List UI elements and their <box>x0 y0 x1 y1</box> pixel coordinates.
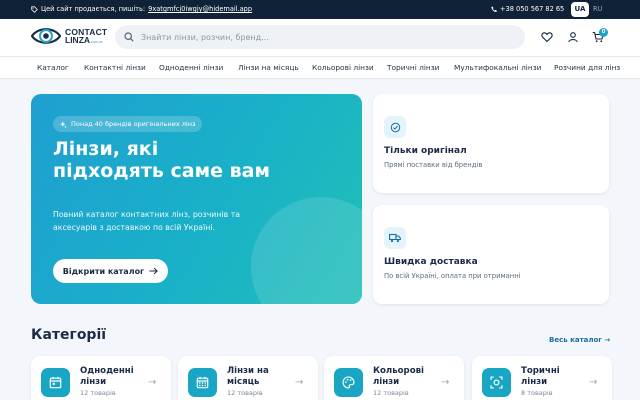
truck-icon <box>384 227 406 249</box>
check-shield-icon <box>384 116 406 138</box>
phone-icon <box>491 6 497 12</box>
category-title: Кольорові лінзи <box>373 366 425 387</box>
category-card-color[interactable]: Кольорові лінзи 12 товарів → <box>324 356 464 400</box>
logo[interactable]: CONTACT LINZA.com.ua <box>31 25 107 47</box>
category-title: Торичні лінзи <box>521 366 560 387</box>
category-card-toric[interactable]: Торичні лінзи 8 товарів → <box>472 356 612 400</box>
hero-banner: Понад 40 брендів оригінальних лінз Лінзи… <box>31 94 362 304</box>
search-input[interactable] <box>141 32 501 42</box>
nav-item-multifocal-lenses[interactable]: Мультифокальні лінзи <box>454 63 541 72</box>
category-card-monthly[interactable]: Лінзи на місяць 12 товарів → <box>178 356 318 400</box>
top-bar: Цей сайт продається, пишіть: 9xatgmfcj0i… <box>0 0 640 19</box>
main-nav: Каталог Контактні лінзи Одноденні лінзи … <box>0 56 640 79</box>
palette-icon <box>334 368 363 397</box>
category-title: Одноденні лінзи <box>80 366 134 387</box>
arrow-right-icon <box>149 267 159 275</box>
feature-subtitle: Прямі поставки від брендів <box>384 161 483 169</box>
arrow-right-icon: → <box>441 377 450 388</box>
category-count: 12 товарів <box>227 389 263 397</box>
category-card-daily[interactable]: Одноденні лінзи 12 товарів → <box>31 356 171 400</box>
all-catalog-link[interactable]: Весь каталог → <box>549 336 610 344</box>
arrow-right-icon: → <box>589 377 598 388</box>
sale-notice: Цей сайт продається, пишіть: 9xatgmfcj0i… <box>31 5 252 13</box>
category-title: Лінзи на місяць <box>227 366 269 387</box>
search-icon <box>124 32 134 42</box>
calendar-day-icon <box>41 368 70 397</box>
nav-item-toric-lenses[interactable]: Торичні лінзи <box>387 63 439 72</box>
open-catalog-label: Відкрити каталог <box>62 266 145 276</box>
feature-card-original: Тільки оригінал Прямі поставки від бренд… <box>373 94 609 193</box>
phone-text: +38 050 567 82 65 <box>500 5 565 13</box>
nav-item-daily-lenses[interactable]: Одноденні лінзи <box>159 63 223 72</box>
nav-item-monthly-lenses[interactable]: Лінзи на місяць <box>238 63 299 72</box>
feature-subtitle: По всій Україні, оплата при отриманні <box>384 272 521 280</box>
nav-item-contact-lenses[interactable]: Контактні лінзи <box>84 63 146 72</box>
hero-badge-text: Понад 40 брендів оригінальних лінз <box>71 120 196 128</box>
hero-badge: Понад 40 брендів оригінальних лінз <box>53 116 203 132</box>
arrow-right-icon: → <box>148 377 157 388</box>
hero-text: Повний каталог контактних лінз, розчинів… <box>53 210 241 232</box>
nav-item-color-lenses[interactable]: Кольорові лінзи <box>312 63 374 72</box>
category-count: 12 товарів <box>80 389 116 397</box>
heart-icon[interactable] <box>541 31 553 43</box>
eye-logo-icon <box>31 28 61 44</box>
hero-decor-circle <box>251 197 362 304</box>
feature-card-delivery: Швидка доставка По всій Україні, оплата … <box>373 205 609 304</box>
category-count: 12 товарів <box>373 389 409 397</box>
sale-text: Цей сайт продається, пишіть: <box>41 5 146 13</box>
category-count: 8 товарів <box>521 389 553 397</box>
nav-item-catalog[interactable]: Каталог <box>37 63 69 72</box>
focus-icon <box>482 368 511 397</box>
sale-email-link[interactable]: 9xatgmfcj0iwgjy@hidemail.app <box>148 5 252 13</box>
tag-icon <box>31 5 38 13</box>
logo-domain: .com.ua <box>90 40 103 44</box>
phone-number[interactable]: +38 050 567 82 65 <box>490 5 564 13</box>
user-icon[interactable] <box>567 31 579 43</box>
lang-ru-button[interactable]: RU <box>593 5 602 13</box>
feature-title: Швидка доставка <box>384 257 478 267</box>
logo-line2: LINZA <box>65 35 91 45</box>
cart-count-badge: 0 <box>599 28 608 37</box>
sparkle-icon <box>60 120 67 128</box>
calendar-month-icon <box>188 368 217 397</box>
open-catalog-button[interactable]: Відкрити каталог <box>53 259 168 283</box>
search-bar[interactable] <box>115 25 525 49</box>
feature-title: Тільки оригінал <box>384 146 467 156</box>
site-header: CONTACT LINZA.com.ua 0 <box>0 19 640 56</box>
nav-item-solutions[interactable]: Розчини для лінз <box>554 63 620 72</box>
lang-ua-button[interactable]: UA <box>571 2 589 17</box>
hero-title: Лінзи, які підходять саме вам <box>53 138 270 182</box>
arrow-right-icon: → <box>295 377 304 388</box>
categories-title: Категорії <box>31 327 107 343</box>
